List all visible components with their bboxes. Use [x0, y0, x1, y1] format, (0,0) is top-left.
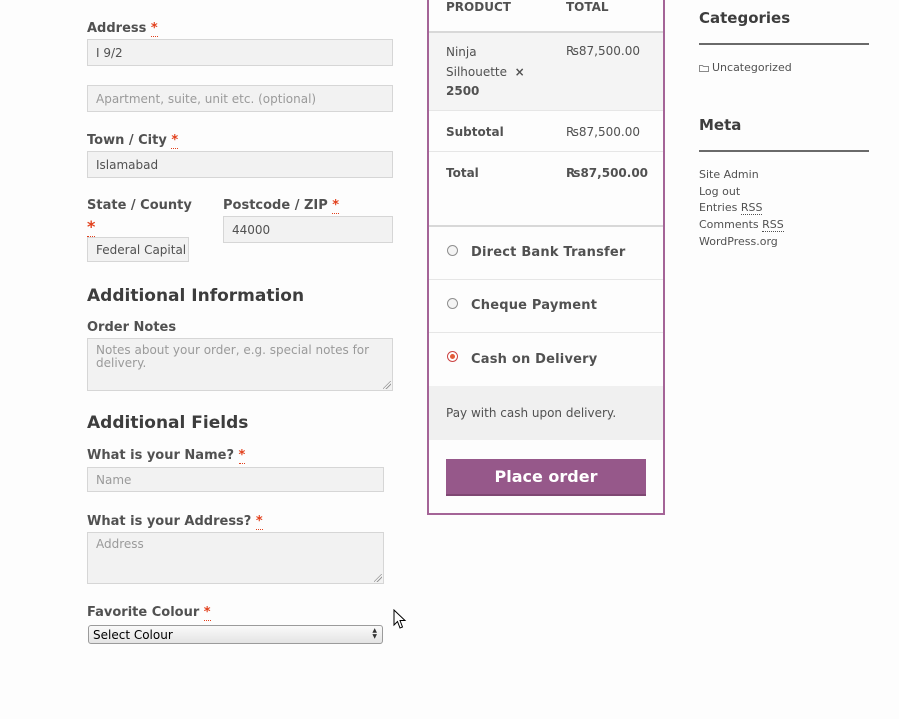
category-item[interactable]: Uncategorized — [699, 61, 792, 74]
order-item-name: Ninja Silhouette × 2500 — [446, 45, 525, 98]
additional-fields-heading: Additional Fields — [87, 413, 249, 433]
categories-widget-title: Categories — [699, 9, 791, 27]
meta-link-comments-rss[interactable]: Comments RSS — [699, 218, 784, 232]
required-mark: * — [171, 133, 179, 149]
meta-link-log-out[interactable]: Log out — [699, 185, 740, 198]
name-field-label: What is your Name? * — [87, 448, 246, 464]
address-textarea[interactable]: Address — [87, 532, 384, 584]
required-mark: * — [255, 514, 263, 530]
address-field-label: What is your Address? * — [87, 514, 263, 530]
colour-field-label: Favorite Colour * — [87, 605, 211, 621]
payment-description: Pay with cash upon delivery. — [446, 406, 617, 420]
column-header-product: PRODUCT — [446, 0, 511, 14]
apartment-input[interactable]: Apartment, suite, unit etc. (optional) — [87, 85, 393, 112]
state-required-mark: * — [87, 217, 96, 237]
payment-method-cod[interactable]: Cash on Delivery — [429, 333, 663, 386]
postcode-value: 44000 — [232, 222, 271, 237]
radio-cod[interactable] — [447, 351, 458, 362]
required-mark: * — [150, 21, 158, 37]
state-value: Federal Capital — [96, 242, 187, 257]
address-value: I 9/2 — [96, 45, 123, 60]
city-label: Town / City * — [87, 133, 179, 149]
subtotal-label: Subtotal — [446, 125, 504, 139]
radio-cheque[interactable] — [447, 298, 458, 309]
payment-method-cheque[interactable]: Cheque Payment — [429, 280, 663, 332]
name-placeholder: Name — [96, 472, 132, 487]
category-link-uncategorized[interactable]: Uncategorized — [712, 61, 792, 74]
rss-abbr: RSS — [762, 218, 784, 232]
required-mark: * — [238, 448, 246, 464]
subtotal-value: ₨87,500.00 — [566, 125, 640, 139]
divider — [429, 151, 663, 152]
address-placeholder: Address — [96, 537, 144, 551]
payment-label-bank-transfer[interactable]: Direct Bank Transfer — [471, 245, 626, 260]
name-input[interactable]: Name — [87, 467, 384, 492]
colour-select[interactable]: Select Colour ▲ ▼ — [88, 625, 383, 644]
order-item-row: Ninja Silhouette × 2500 ₨87,500.00 — [429, 33, 663, 110]
divider — [429, 110, 663, 111]
times-icon: × — [514, 64, 525, 79]
address-input[interactable]: I 9/2 — [87, 39, 393, 66]
mouse-cursor-icon — [393, 609, 407, 629]
order-review-box: PRODUCT TOTAL Ninja Silhouette × 2500 ₨8… — [427, 0, 665, 515]
meta-link-entries-rss[interactable]: Entries RSS — [699, 201, 763, 215]
postcode-input[interactable]: 44000 — [223, 216, 393, 243]
payment-label-cod[interactable]: Cash on Delivery — [471, 352, 597, 367]
payment-description-box: Pay with cash upon delivery. — [429, 386, 663, 440]
order-item-quantity: 2500 — [446, 84, 480, 98]
postcode-label: Postcode / ZIP * — [223, 198, 340, 214]
payment-method-bank-transfer[interactable]: Direct Bank Transfer — [429, 227, 663, 279]
total-label: Total — [446, 166, 479, 180]
folder-icon — [699, 65, 709, 72]
state-input[interactable]: Federal Capital — [87, 237, 189, 262]
required-mark: * — [332, 198, 340, 214]
select-arrows-icon: ▲ ▼ — [372, 627, 377, 640]
city-input[interactable]: Islamabad — [87, 151, 393, 178]
total-value: ₨87,500.00 — [566, 166, 649, 180]
meta-widget-title: Meta — [699, 116, 742, 134]
radio-bank-transfer[interactable] — [447, 245, 458, 256]
city-value: Islamabad — [96, 157, 159, 172]
order-notes-placeholder: Notes about your order, e.g. special not… — [96, 343, 370, 370]
widget-title-underline — [699, 43, 869, 45]
apartment-placeholder: Apartment, suite, unit etc. (optional) — [96, 91, 317, 106]
order-notes-label: Order Notes — [87, 320, 177, 335]
required-mark: * — [203, 605, 211, 621]
additional-information-heading: Additional Information — [87, 286, 305, 306]
rss-abbr: RSS — [740, 201, 763, 215]
meta-link-site-admin[interactable]: Site Admin — [699, 168, 759, 181]
column-header-total: TOTAL — [566, 0, 609, 14]
resize-grip-icon[interactable] — [374, 574, 382, 582]
meta-link-wordpress[interactable]: WordPress.org — [699, 235, 778, 248]
colour-select-value: Select Colour — [93, 627, 173, 642]
order-notes-textarea[interactable]: Notes about your order, e.g. special not… — [87, 338, 393, 391]
resize-grip-icon[interactable] — [383, 381, 391, 389]
order-item-total: ₨87,500.00 — [566, 44, 640, 58]
place-order-button[interactable]: Place order — [446, 459, 646, 496]
widget-title-underline — [699, 150, 869, 152]
state-label: State / County — [87, 198, 192, 213]
payment-label-cheque[interactable]: Cheque Payment — [471, 298, 597, 313]
address-label: Address * — [87, 21, 158, 37]
